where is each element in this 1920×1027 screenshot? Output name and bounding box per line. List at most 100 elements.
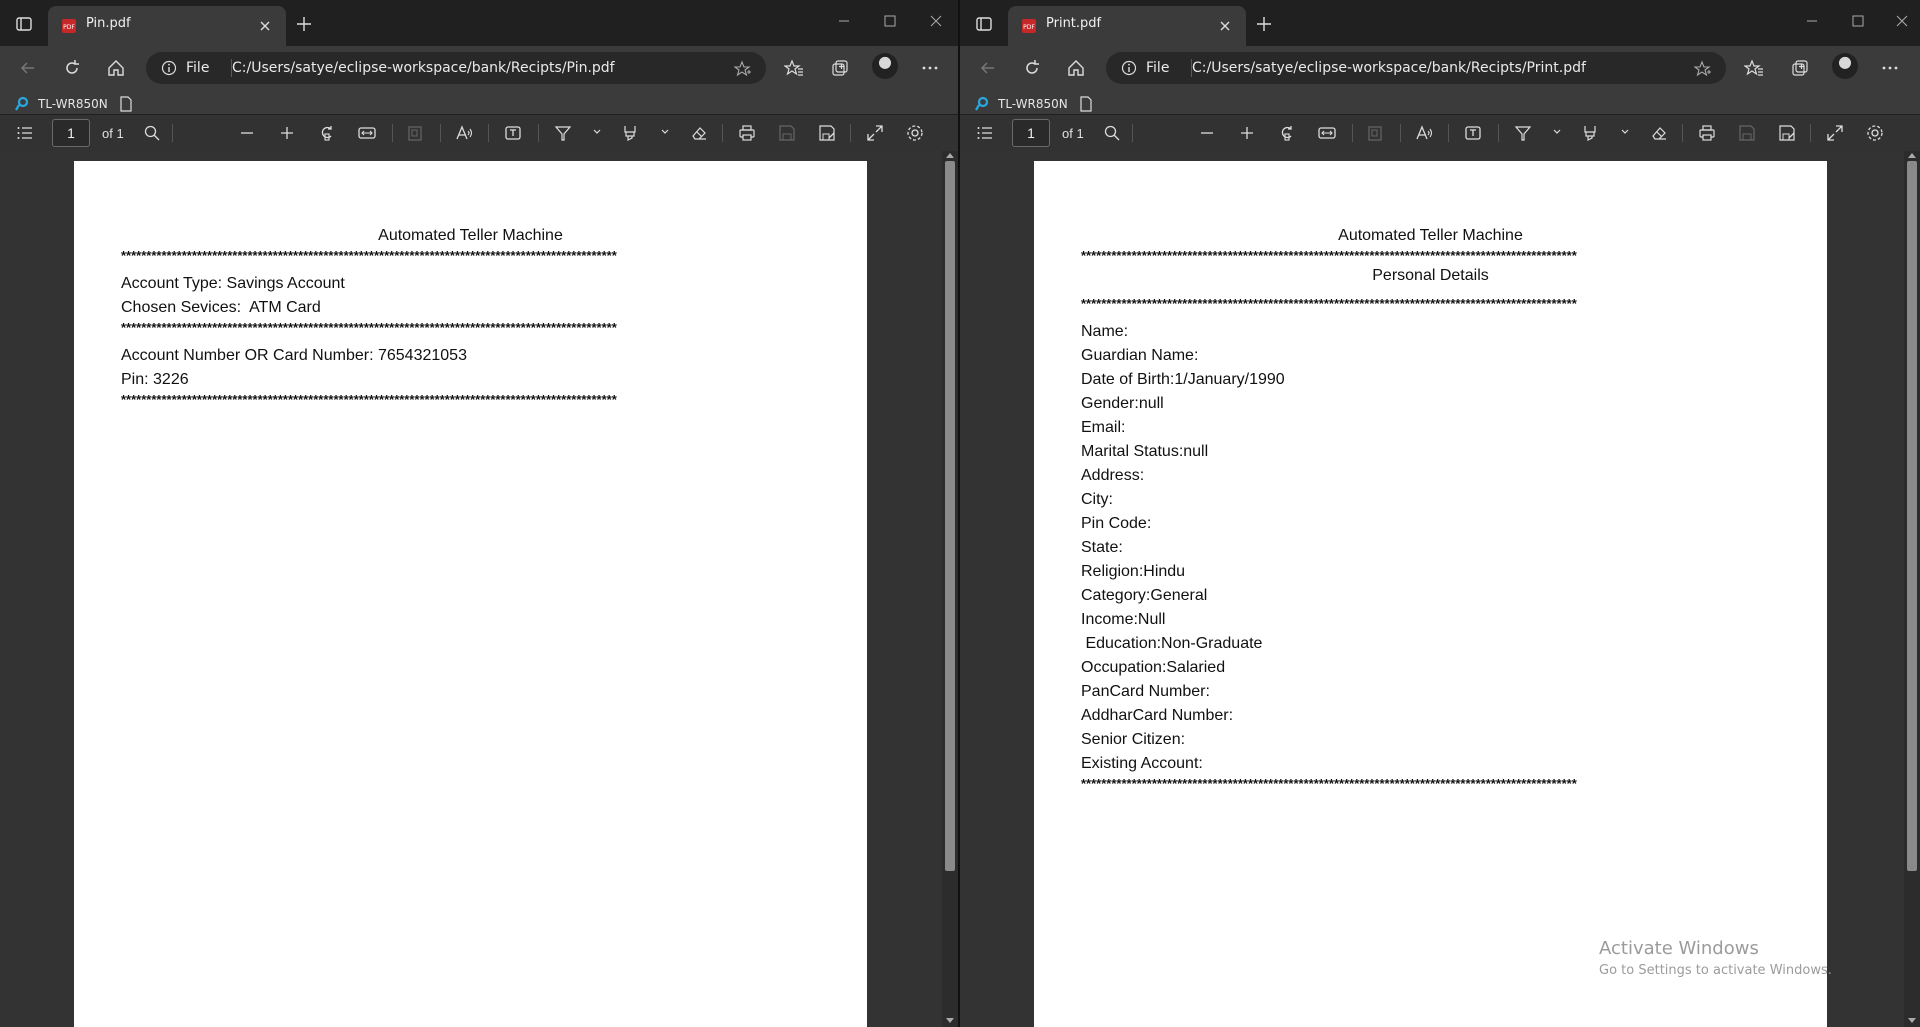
favorites-icon[interactable] — [784, 58, 804, 78]
fullscreen-icon[interactable] — [1826, 124, 1844, 142]
tab-print-pdf[interactable]: PDF Print.pdf — [1008, 6, 1246, 46]
page-number-input[interactable] — [52, 119, 90, 147]
navigation-bar: File C:/Users/satye/eclipse-workspace/ba… — [0, 46, 958, 90]
home-icon[interactable] — [1066, 58, 1086, 78]
back-icon[interactable] — [978, 58, 998, 78]
tplink-icon — [15, 96, 29, 111]
home-icon[interactable] — [106, 58, 126, 78]
tab-actions-icon[interactable] — [974, 14, 994, 34]
close-tab-icon[interactable] — [256, 17, 274, 35]
maximize-icon[interactable] — [1846, 11, 1870, 31]
scroll-down-icon[interactable] — [1907, 1017, 1917, 1025]
address-bar[interactable]: File C:/Users/satye/eclipse-workspace/ba… — [1106, 52, 1726, 84]
print-icon[interactable] — [738, 124, 756, 142]
scroll-down-icon[interactable] — [945, 1017, 955, 1025]
scheme-label: File — [186, 60, 210, 76]
scroll-thumb[interactable] — [945, 161, 955, 871]
table-of-contents-icon[interactable] — [16, 124, 34, 142]
new-tab-icon[interactable] — [294, 14, 314, 34]
personal-detail-field: City: — [1081, 491, 1113, 508]
refresh-icon[interactable] — [1022, 58, 1042, 78]
add-text-icon[interactable] — [504, 124, 522, 142]
bookmark-tl-wr850n[interactable]: TL-WR850N — [974, 93, 1068, 115]
scroll-up-icon[interactable] — [945, 151, 955, 159]
chosen-services-line: Chosen Sevices: ATM Card — [121, 299, 321, 316]
vertical-scrollbar[interactable] — [1904, 151, 1920, 1027]
eraser-icon[interactable] — [1650, 124, 1668, 142]
page-view-icon[interactable] — [406, 124, 424, 142]
maximize-icon[interactable] — [878, 11, 902, 31]
info-icon[interactable] — [1121, 60, 1137, 76]
bookmark-tl-wr850n[interactable]: TL-WR850N — [14, 93, 108, 115]
url-text[interactable]: C:/Users/satye/eclipse-workspace/bank/Re… — [232, 60, 722, 76]
page-number-input[interactable] — [1012, 119, 1050, 147]
close-tab-icon[interactable] — [1216, 17, 1234, 35]
save-as-icon[interactable] — [818, 124, 836, 142]
more-options-icon[interactable] — [1880, 58, 1900, 78]
search-icon[interactable] — [1103, 124, 1121, 142]
print-icon[interactable] — [1698, 124, 1716, 142]
pdf-viewer[interactable]: Automated Teller Machine ***************… — [0, 151, 958, 1027]
chevron-down-icon[interactable] — [1620, 127, 1630, 137]
personal-detail-field: Date of Birth:1/January/1990 — [1081, 371, 1285, 388]
add-text-icon[interactable] — [1464, 124, 1482, 142]
settings-gear-icon[interactable] — [1866, 124, 1884, 142]
fit-to-width-icon[interactable] — [358, 124, 376, 142]
add-favorite-icon[interactable] — [1694, 60, 1712, 78]
info-icon[interactable] — [161, 60, 177, 76]
read-aloud-icon[interactable] — [1415, 124, 1433, 142]
chevron-down-icon[interactable] — [1552, 127, 1562, 137]
tab-pin-pdf[interactable]: PDF Pin.pdf — [48, 6, 286, 46]
draw-icon[interactable] — [1514, 124, 1532, 142]
pdf-viewer[interactable]: Automated Teller Machine ***************… — [960, 151, 1920, 1027]
close-window-icon[interactable] — [1890, 11, 1914, 31]
zoom-out-icon[interactable] — [238, 124, 256, 142]
minimize-icon[interactable] — [832, 11, 856, 31]
address-bar[interactable]: File C:/Users/satye/eclipse-workspace/ba… — [146, 52, 766, 84]
chevron-down-icon[interactable] — [592, 127, 602, 137]
draw-icon[interactable] — [554, 124, 572, 142]
browser-window-print: PDF Print.pdf File C:/Users/satye/eclips… — [960, 0, 1920, 1027]
document-icon[interactable] — [1078, 96, 1094, 112]
eraser-icon[interactable] — [690, 124, 708, 142]
scroll-thumb[interactable] — [1907, 161, 1917, 871]
save-icon[interactable] — [778, 124, 796, 142]
zoom-out-icon[interactable] — [1198, 124, 1216, 142]
highlight-icon[interactable] — [1581, 124, 1599, 142]
favorites-icon[interactable] — [1744, 58, 1764, 78]
profile-avatar[interactable] — [1832, 53, 1858, 79]
more-options-icon[interactable] — [920, 58, 940, 78]
add-favorite-icon[interactable] — [734, 60, 752, 78]
collections-icon[interactable] — [830, 58, 850, 78]
collections-icon[interactable] — [1790, 58, 1810, 78]
minimize-icon[interactable] — [1800, 11, 1824, 31]
zoom-in-icon[interactable] — [278, 124, 296, 142]
read-aloud-icon[interactable] — [455, 124, 473, 142]
scroll-up-icon[interactable] — [1907, 151, 1917, 159]
rotate-icon[interactable] — [1278, 124, 1296, 142]
refresh-icon[interactable] — [62, 58, 82, 78]
save-as-icon[interactable] — [1778, 124, 1796, 142]
tab-actions-icon[interactable] — [14, 14, 34, 34]
highlight-icon[interactable] — [621, 124, 639, 142]
close-window-icon[interactable] — [924, 11, 948, 31]
vertical-scrollbar[interactable] — [942, 151, 958, 1027]
divider — [1810, 124, 1811, 142]
new-tab-icon[interactable] — [1254, 14, 1274, 34]
table-of-contents-icon[interactable] — [976, 124, 994, 142]
fit-to-width-icon[interactable] — [1318, 124, 1336, 142]
zoom-in-icon[interactable] — [1238, 124, 1256, 142]
back-icon[interactable] — [18, 58, 38, 78]
settings-gear-icon[interactable] — [906, 124, 924, 142]
fullscreen-icon[interactable] — [866, 124, 884, 142]
url-text[interactable]: C:/Users/satye/eclipse-workspace/bank/Re… — [1192, 60, 1682, 76]
save-icon[interactable] — [1738, 124, 1756, 142]
rotate-icon[interactable] — [318, 124, 336, 142]
personal-detail-field: Name: — [1081, 323, 1129, 340]
chevron-down-icon[interactable] — [660, 127, 670, 137]
profile-avatar[interactable] — [872, 53, 898, 79]
divider — [850, 124, 851, 142]
search-icon[interactable] — [143, 124, 161, 142]
page-view-icon[interactable] — [1366, 124, 1384, 142]
document-icon[interactable] — [118, 96, 134, 112]
